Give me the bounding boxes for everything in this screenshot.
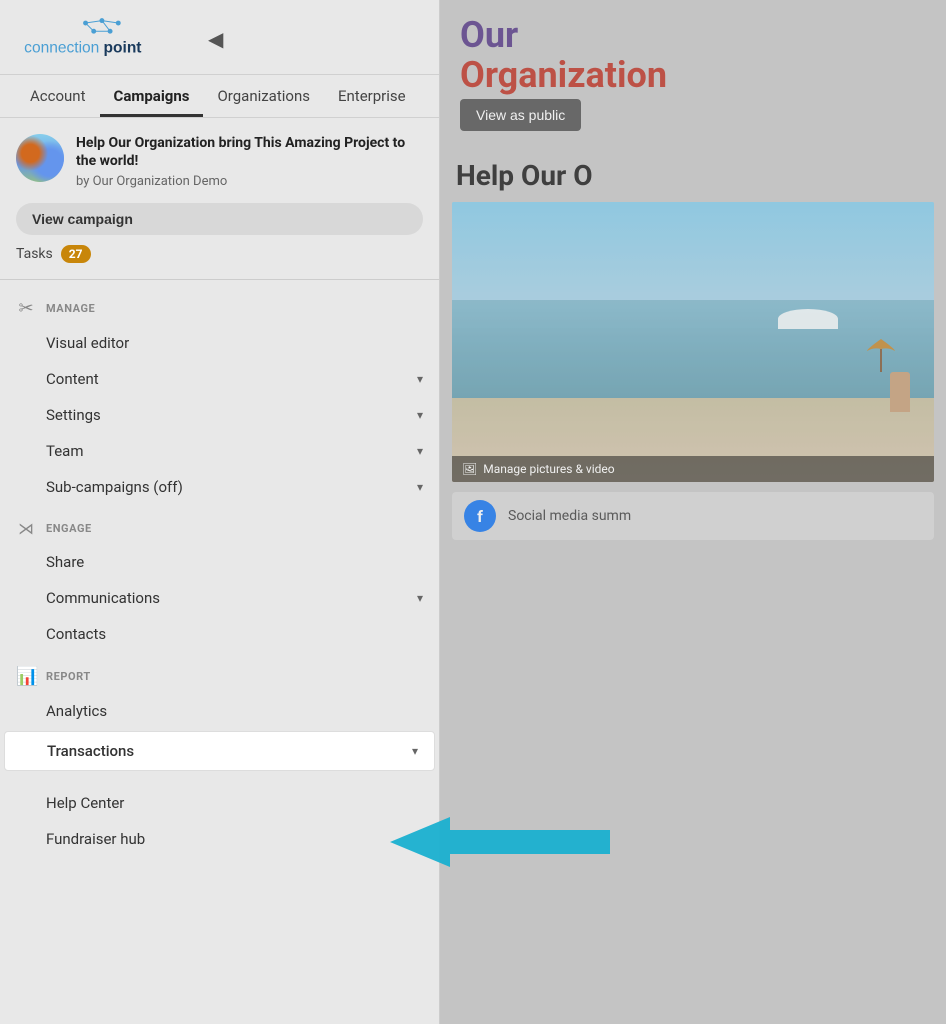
- menu-sub-campaigns[interactable]: Sub-campaigns (off) ▾: [0, 469, 439, 505]
- top-nav: Account Campaigns Organizations Enterpri…: [0, 75, 439, 118]
- beach-hand: [890, 372, 910, 412]
- nav-item-campaigns[interactable]: Campaigns: [100, 75, 204, 117]
- chevron-down-icon: ▾: [417, 372, 423, 386]
- view-as-public-button[interactable]: View as public: [460, 99, 581, 131]
- social-row: f Social media summ: [452, 492, 934, 540]
- nav-item-organizations[interactable]: Organizations: [203, 75, 324, 117]
- manage-label: MANAGE: [46, 302, 95, 315]
- manage-section-header: ✂ MANAGE: [0, 284, 439, 325]
- menu-visual-editor[interactable]: Visual editor: [0, 325, 439, 361]
- chevron-down-icon: ▾: [417, 480, 423, 494]
- menu-analytics[interactable]: Analytics: [0, 693, 439, 729]
- avatar: [16, 134, 64, 182]
- org-header: Our Organization View as public: [440, 0, 946, 151]
- report-section-header: 📊 REPORT: [0, 652, 439, 693]
- org-title-our: Our: [460, 14, 518, 56]
- tasks-label: Tasks: [16, 246, 53, 262]
- menu-contacts[interactable]: Contacts: [0, 616, 439, 652]
- manage-pictures-bar[interactable]: 🖼 Manage pictures & video: [452, 456, 934, 482]
- report-label: REPORT: [46, 670, 91, 683]
- manage-icon: ✂: [16, 298, 36, 319]
- tasks-badge: 27: [61, 245, 91, 263]
- campaign-card: Help Our Organization bring This Amazing…: [0, 118, 439, 197]
- facebook-icon: f: [464, 500, 496, 532]
- social-media-text: Social media summ: [508, 508, 631, 524]
- view-campaign-button[interactable]: View campaign: [16, 203, 423, 235]
- divider: [0, 279, 439, 280]
- chevron-down-icon: ▾: [417, 408, 423, 422]
- menu-content[interactable]: Content ▾: [0, 361, 439, 397]
- chevron-down-icon: ▾: [417, 444, 423, 458]
- right-content: Help Our O: [440, 151, 946, 540]
- campaign-org: by Our Organization Demo: [76, 174, 423, 189]
- nav-item-enterprise[interactable]: Enterprise: [324, 75, 420, 117]
- beach-image-inner: 🖼 Manage pictures & video: [452, 202, 934, 482]
- tasks-row: Tasks 27: [0, 239, 439, 275]
- menu-share[interactable]: Share: [0, 544, 439, 580]
- nav-item-account[interactable]: Account: [16, 75, 100, 117]
- collapse-sidebar-button[interactable]: ◀: [208, 27, 223, 52]
- logo-area: connection point ◀: [0, 0, 439, 75]
- menu-transactions[interactable]: Transactions ▾: [4, 731, 435, 771]
- beach-water: [452, 300, 934, 412]
- campaign-title: Help Our Organization bring This Amazing…: [76, 134, 423, 170]
- chevron-down-icon: ▾: [412, 744, 418, 758]
- engage-icon: ⋊: [16, 519, 36, 538]
- engage-label: ENGAGE: [46, 522, 92, 535]
- app-logo: connection point: [16, 14, 196, 64]
- menu-communications[interactable]: Communications ▾: [0, 580, 439, 616]
- umbrella-icon: [867, 337, 895, 372]
- org-title-organization: Organization: [460, 54, 667, 96]
- menu-settings[interactable]: Settings ▾: [0, 397, 439, 433]
- campaign-info: Help Our Organization bring This Amazing…: [76, 134, 423, 189]
- menu-team[interactable]: Team ▾: [0, 433, 439, 469]
- sidebar-content: ✂ MANAGE Visual editor Content ▾ Setting…: [0, 284, 439, 1024]
- beach-boat: [778, 309, 838, 329]
- chevron-down-icon: ▾: [417, 591, 423, 605]
- report-icon: 📊: [16, 666, 36, 687]
- engage-section-header: ⋊ ENGAGE: [0, 505, 439, 544]
- menu-help-center[interactable]: Help Center: [0, 785, 439, 821]
- left-panel: connection point ◀ Account Campaigns Org…: [0, 0, 440, 1024]
- help-our-title: Help Our O: [452, 151, 934, 202]
- menu-fundraiser-hub[interactable]: Fundraiser hub: [0, 821, 439, 857]
- svg-text:point: point: [104, 40, 142, 57]
- beach-image: 🖼 Manage pictures & video: [452, 202, 934, 482]
- image-icon: 🖼: [462, 462, 477, 476]
- svg-text:connection: connection: [24, 40, 99, 57]
- org-title: Our Organization: [460, 16, 926, 95]
- main-container: connection point ◀ Account Campaigns Org…: [0, 0, 946, 1024]
- right-panel: Our Organization View as public Help Our…: [440, 0, 946, 1024]
